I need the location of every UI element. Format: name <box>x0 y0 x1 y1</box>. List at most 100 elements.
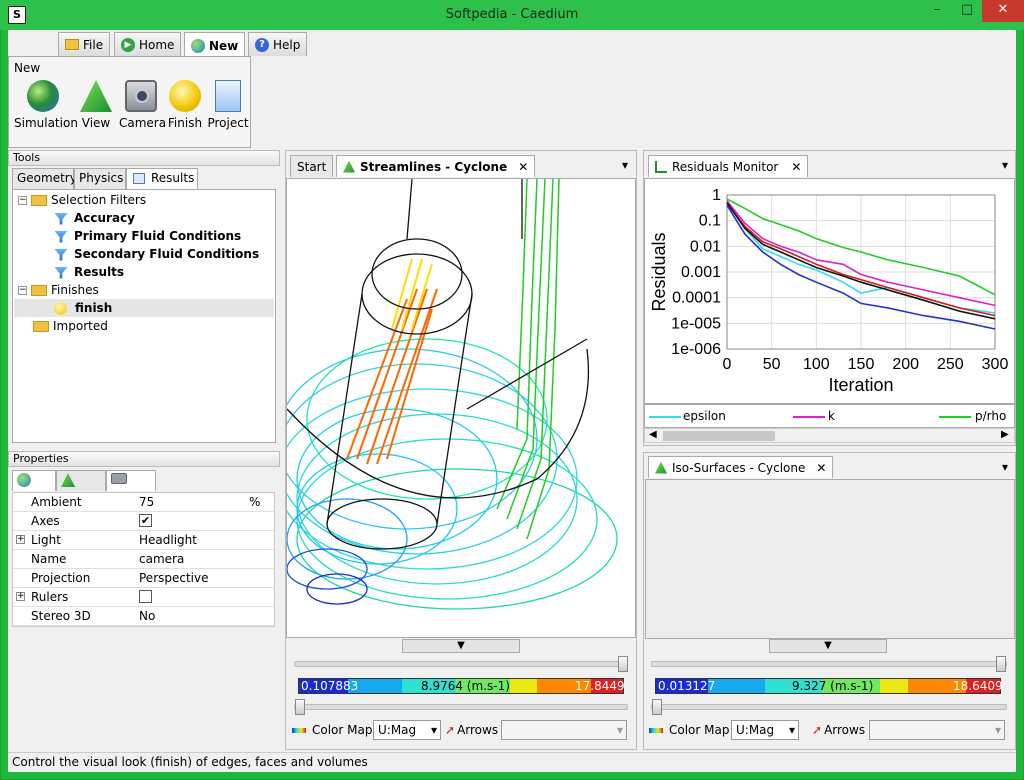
tree-item-finish[interactable]: finish <box>14 299 274 317</box>
prop-name: Axes <box>31 514 60 528</box>
tools-header: Tools <box>8 150 280 166</box>
prop-row-stereo[interactable]: Stereo 3D No <box>13 607 274 626</box>
tab-results[interactable]: Results <box>126 168 198 189</box>
collapse-icon[interactable]: − <box>18 196 27 205</box>
tab-home-label: Home <box>139 37 175 52</box>
top-slider-thumb[interactable] <box>618 656 628 672</box>
tree-item-imported[interactable]: Imported <box>33 317 108 335</box>
iso-color-map-select[interactable]: U:Mag ▾ <box>731 720 799 740</box>
tab-label: Streamlines - Cyclone <box>360 159 508 174</box>
simulation-button[interactable]: Simulation <box>14 80 78 132</box>
view-icon <box>343 160 355 173</box>
iso-top-slider-thumb[interactable] <box>996 656 1006 672</box>
close-icon[interactable]: ✕ <box>518 160 528 174</box>
expand-icon[interactable]: + <box>16 535 25 544</box>
iso-top-slider[interactable] <box>651 661 1007 667</box>
prop-value[interactable]: 75 <box>139 495 154 509</box>
prop-row-rulers[interactable]: + Rulers <box>13 588 274 607</box>
view-label: View <box>81 116 111 130</box>
filter-icon <box>54 248 68 261</box>
arrows-icon: ➚ <box>812 723 823 737</box>
color-map-select[interactable]: U:Mag ▾ <box>373 720 441 740</box>
prop-value[interactable]: camera <box>139 552 184 566</box>
chart-icon <box>655 160 667 173</box>
camera-button[interactable]: Camera <box>119 80 166 132</box>
tab-prop-simulation[interactable] <box>12 470 56 491</box>
prop-value[interactable]: Perspective <box>139 571 209 585</box>
scroll-right-icon[interactable]: ▶ <box>1001 429 1009 440</box>
tree-item-results[interactable]: Results <box>54 263 124 281</box>
iso-bottom-slider[interactable] <box>651 704 1007 710</box>
tree-item-selection-filters[interactable]: − Selection Filters <box>18 191 146 209</box>
tab-isosurfaces[interactable]: Iso-Surfaces - Cyclone ✕ <box>648 456 834 478</box>
tab-streamlines[interactable]: Streamlines - Cyclone ✕ <box>336 155 536 177</box>
tab-residuals[interactable]: Residuals Monitor ✕ <box>648 155 809 177</box>
top-slider[interactable] <box>294 661 628 667</box>
collapse-toolbar-button[interactable]: ▼ <box>769 639 887 653</box>
panel-menu-icon[interactable]: ▾ <box>622 158 628 172</box>
finish-icon <box>54 302 67 315</box>
tab-prop-view[interactable] <box>56 470 106 491</box>
collapse-toolbar-button[interactable]: ▼ <box>402 639 520 653</box>
tab-file[interactable]: File <box>58 32 111 56</box>
panel-menu-icon[interactable]: ▾ <box>1002 460 1008 474</box>
tree-item-finishes[interactable]: − Finishes <box>18 281 99 299</box>
x-tick-label: 100 <box>803 356 830 373</box>
scroll-thumb[interactable] <box>663 431 775 441</box>
streamlines-viewport[interactable] <box>286 178 636 638</box>
arrows-toggle[interactable]: ➚ Arrows <box>445 723 498 737</box>
tab-home[interactable]: ▶ Home <box>114 32 182 56</box>
maximize-button[interactable]: □ <box>952 0 982 22</box>
prop-row-ambient[interactable]: Ambient 75% <box>13 493 274 512</box>
prop-row-light[interactable]: + Light Headlight <box>13 531 274 550</box>
tree-label: Imported <box>53 319 108 333</box>
tree-label: Finishes <box>51 283 99 297</box>
window-title: Softpedia - Caedium <box>445 7 579 22</box>
iso-arrows-toggle[interactable]: ➚ Arrows <box>812 723 865 737</box>
close-icon[interactable]: ✕ <box>791 160 801 174</box>
select-value: U:Mag <box>736 723 775 737</box>
tree-item-primary-fluid[interactable]: Primary Fluid Conditions <box>54 227 241 245</box>
tab-prop-camera[interactable] <box>106 470 156 491</box>
tab-start[interactable]: Start <box>290 155 334 177</box>
label-text: Color Map <box>312 723 373 737</box>
prop-row-axes[interactable]: Axes ✔ <box>13 512 274 531</box>
rulers-checkbox[interactable] <box>139 590 152 603</box>
tab-help[interactable]: ? Help <box>248 32 308 56</box>
prop-row-name[interactable]: Name camera <box>13 550 274 569</box>
y-tick-label: 1e-005 <box>671 315 721 332</box>
legend-swatch <box>649 416 681 418</box>
collapse-icon[interactable]: − <box>18 286 27 295</box>
isosurfaces-viewport[interactable] <box>645 479 1015 639</box>
x-axis-label: Iteration <box>828 375 893 395</box>
prop-row-projection[interactable]: Projection Perspective <box>13 569 274 588</box>
chevron-down-icon: ▾ <box>616 723 623 737</box>
tree-item-accuracy[interactable]: Accuracy <box>54 209 135 227</box>
tab-geometry[interactable]: Geometry <box>12 168 77 189</box>
legend-scrollbar[interactable]: ◀ ▶ <box>644 428 1015 443</box>
prop-value[interactable]: Headlight <box>139 533 197 547</box>
view-button[interactable]: View <box>78 80 114 132</box>
tab-physics[interactable]: Physics <box>74 168 126 189</box>
scroll-left-icon[interactable]: ◀ <box>649 429 657 440</box>
close-icon[interactable]: ✕ <box>816 461 826 475</box>
cmap-min: 0.107883 <box>301 679 359 693</box>
axes-checkbox[interactable]: ✔ <box>139 514 152 527</box>
expand-icon[interactable]: + <box>16 592 25 601</box>
project-button[interactable]: Project <box>207 80 249 132</box>
arrows-select[interactable]: ▾ <box>501 720 627 740</box>
minimize-button[interactable]: – <box>922 0 952 22</box>
tree-item-secondary-fluid[interactable]: Secondary Fluid Conditions <box>54 245 259 263</box>
tab-new[interactable]: New <box>184 32 246 58</box>
folder-icon <box>65 39 79 50</box>
x-tick-label: 50 <box>763 356 781 373</box>
close-button[interactable]: ✕ <box>982 0 1024 22</box>
prop-value[interactable]: No <box>139 609 155 623</box>
bottom-slider[interactable] <box>294 704 628 710</box>
iso-bottom-slider-thumb[interactable] <box>652 699 662 715</box>
iso-arrows-select[interactable]: ▾ <box>869 720 1005 740</box>
panel-menu-icon[interactable]: ▾ <box>1002 158 1008 172</box>
bottom-slider-thumb[interactable] <box>295 699 305 715</box>
home-icon: ▶ <box>121 37 135 52</box>
finish-button[interactable]: Finish <box>167 80 203 132</box>
